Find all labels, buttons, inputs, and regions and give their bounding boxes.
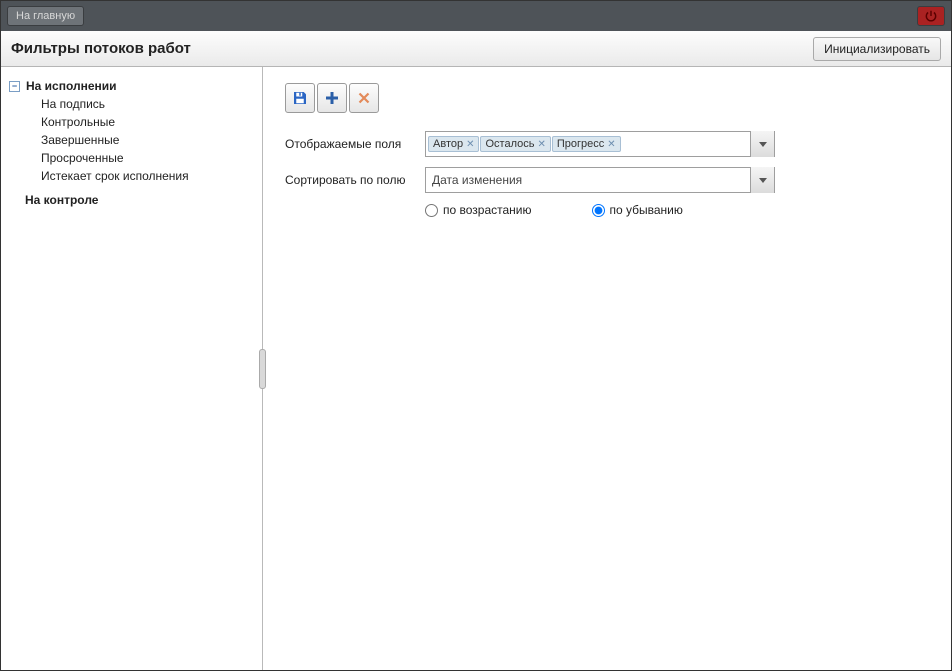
sort-asc-label: по возрастанию [443,203,532,217]
field-tag: Прогресс✕ [552,136,621,152]
tree-child-label: Просроченные [41,151,124,165]
sort-desc-input[interactable] [592,204,605,217]
tree-child-label: На подпись [41,97,105,111]
power-button[interactable] [917,6,945,26]
tree-second-item[interactable]: На контроле [25,191,254,209]
plus-icon [323,89,341,107]
tree-child-label: Истекает срок исполнения [41,169,189,183]
dropdown-button[interactable] [750,131,774,157]
sidebar: − На исполнении На подпись Контрольные З… [1,67,263,670]
content-area: − На исполнении На подпись Контрольные З… [1,67,951,670]
tree-child-label: Завершенные [41,133,119,147]
close-icon [355,89,373,107]
sort-by-select[interactable]: Дата изменения [425,167,775,193]
add-button[interactable] [317,83,347,113]
main-panel: Отображаемые поля Автор✕ Осталось✕ Прогр… [263,67,951,670]
tag-remove-icon[interactable]: ✕ [466,139,474,150]
initialize-button[interactable]: Инициализировать [813,37,941,61]
tag-remove-icon[interactable]: ✕ [607,139,615,150]
sort-asc-input[interactable] [425,204,438,217]
tree-root-label: На исполнении [26,79,117,93]
sort-direction-row: по возрастанию по убыванию [285,203,929,217]
tree-second-label: На контроле [25,193,98,207]
toolbar [285,83,929,113]
tree-root-item[interactable]: − На исполнении [9,77,254,95]
field-tag: Автор✕ [428,136,479,152]
tag-label: Прогресс [557,138,604,150]
title-bar: Фильтры потоков работ Инициализировать [1,31,951,67]
sort-desc-radio[interactable]: по убыванию [592,203,683,217]
tree-child-item[interactable]: Завершенные [41,131,254,149]
chevron-down-icon [758,139,768,149]
tree-child-item[interactable]: Истекает срок исполнения [41,167,254,185]
sort-by-row: Сортировать по полю Дата изменения [285,167,929,193]
chevron-down-icon [758,175,768,185]
top-bar: На главную [1,1,951,31]
tag-label: Автор [433,138,463,150]
field-tag: Осталось✕ [480,136,550,152]
sort-desc-label: по убыванию [610,203,683,217]
tree-child-label: Контрольные [41,115,115,129]
save-icon [291,89,309,107]
dropdown-button[interactable] [750,167,774,193]
tag-container: Автор✕ Осталось✕ Прогресс✕ [426,134,750,154]
collapse-icon[interactable]: − [9,81,20,92]
page-title: Фильтры потоков работ [11,40,191,57]
delete-button[interactable] [349,83,379,113]
tree-child-item[interactable]: Просроченные [41,149,254,167]
displayed-fields-row: Отображаемые поля Автор✕ Осталось✕ Прогр… [285,131,929,157]
home-button[interactable]: На главную [7,6,84,26]
tree-child-item[interactable]: На подпись [41,95,254,113]
tree-children: На подпись Контрольные Завершенные Проср… [9,95,254,185]
sort-by-label: Сортировать по полю [285,173,425,187]
save-button[interactable] [285,83,315,113]
sort-by-value: Дата изменения [426,173,750,187]
sort-asc-radio[interactable]: по возрастанию [425,203,532,217]
tree-child-item[interactable]: Контрольные [41,113,254,131]
displayed-fields-label: Отображаемые поля [285,137,425,151]
tag-remove-icon[interactable]: ✕ [537,139,545,150]
tag-label: Осталось [485,138,534,150]
splitter-handle[interactable] [259,349,266,389]
power-icon [924,9,938,23]
displayed-fields-multiselect[interactable]: Автор✕ Осталось✕ Прогресс✕ [425,131,775,157]
